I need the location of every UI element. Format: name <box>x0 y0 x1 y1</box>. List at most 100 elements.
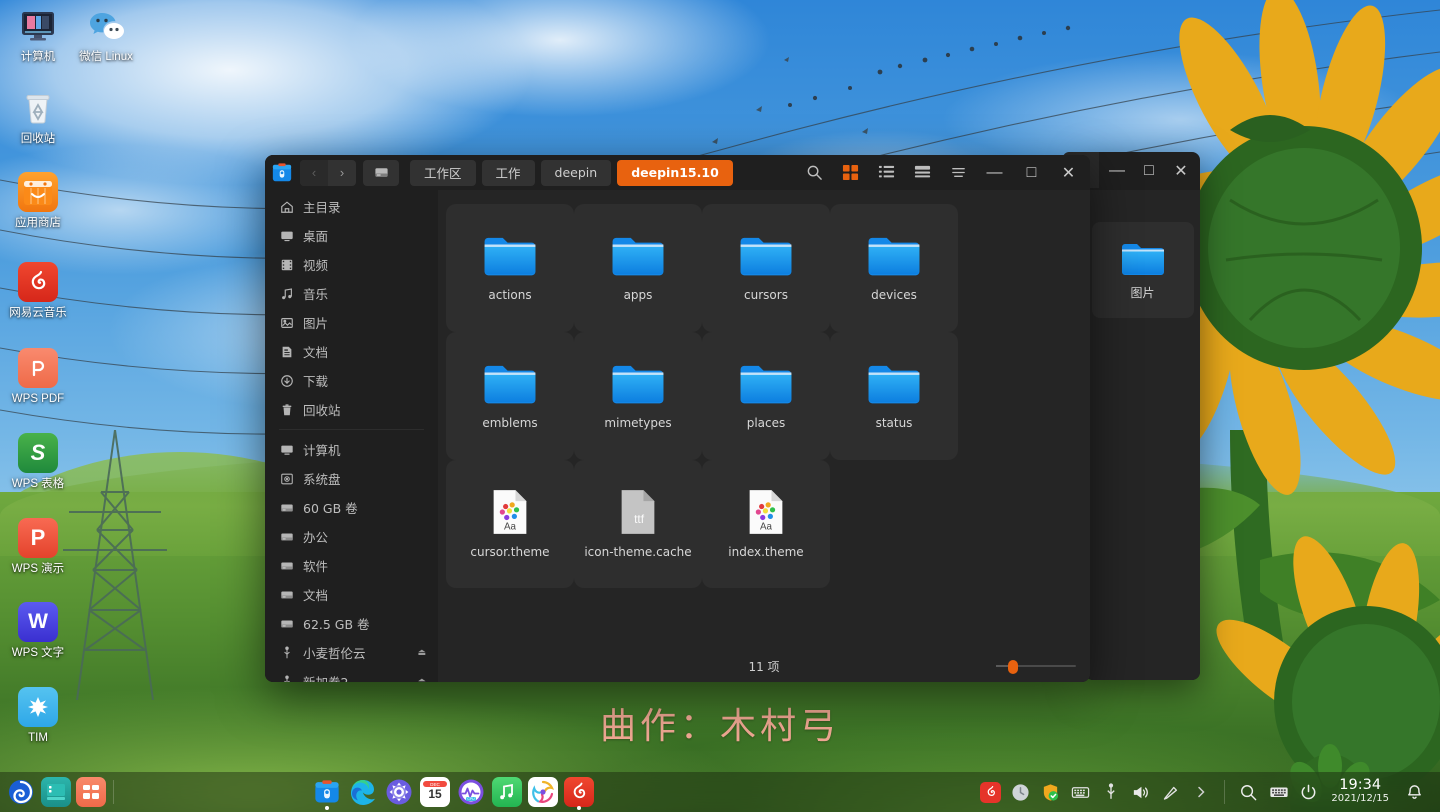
file-item-actions[interactable]: actions <box>446 204 574 332</box>
launcher-icon[interactable] <box>6 777 36 807</box>
breadcrumb-item-work[interactable]: 工作 <box>481 159 535 186</box>
close-button[interactable]: ✕ <box>1051 158 1086 188</box>
sidebar-item-downloads[interactable]: 下载 <box>265 366 438 395</box>
desktop-icon-wps-presentation[interactable]: P WPS 演示 <box>3 518 73 576</box>
file-item-mimetypes[interactable]: mimetypes <box>574 332 702 460</box>
desktop-icon-wps-pdf[interactable]: WPS PDF <box>3 348 73 406</box>
sidebar-item-usb-cloud[interactable]: 小麦哲伦云 ⏏ <box>265 638 438 667</box>
clock[interactable]: 19:34 2021/12/15 <box>1325 778 1398 805</box>
back-button[interactable]: ‹ <box>300 159 328 186</box>
sidebar-item-documents[interactable]: 文档 <box>265 337 438 366</box>
sidebar-item-volume-documents[interactable]: 文档 <box>265 580 438 609</box>
eject-button[interactable]: ⏏ <box>417 648 426 658</box>
menu-icon[interactable] <box>941 159 975 187</box>
file-item-pictures[interactable]: 图片 <box>1091 222 1194 318</box>
file-item-cursor-theme[interactable]: Aa cursor.theme <box>446 460 574 588</box>
desktop-icon-computer[interactable]: 计算机 <box>3 6 73 64</box>
close-button[interactable]: ✕ <box>1166 156 1196 186</box>
forward-button[interactable]: › <box>328 160 356 186</box>
sidebar-item-volume-office[interactable]: 办公 <box>265 522 438 551</box>
netease-tray-icon[interactable] <box>977 779 1004 806</box>
icon-size-slider[interactable] <box>996 660 1076 674</box>
file-item-emblems[interactable]: emblems <box>446 332 574 460</box>
sidebar-item-home[interactable]: 主目录 <box>265 192 438 221</box>
search-icon[interactable] <box>1235 779 1262 806</box>
sidebar-item-desktop[interactable]: 桌面 <box>265 221 438 250</box>
onboard-keyboard-icon[interactable] <box>1265 779 1292 806</box>
desktop-icon-tim[interactable]: TIM <box>3 687 73 745</box>
edge-browser-icon[interactable] <box>348 777 378 807</box>
file-content-area[interactable]: actions apps cursors devices emblems mim… <box>438 190 1090 682</box>
sidebar-item-volume-software[interactable]: 软件 <box>265 551 438 580</box>
desktop-icon-app-store[interactable]: 应用商店 <box>3 172 73 230</box>
breadcrumb-item-deepin[interactable]: deepin <box>540 159 612 186</box>
sidebar[interactable]: 主目录 桌面 视频 音乐 图片 文档 下载 回收站 计算机 系统盘 60 GB … <box>265 190 438 682</box>
settings-icon[interactable] <box>384 777 414 807</box>
eject-button[interactable]: ⏏ <box>417 677 426 683</box>
sidebar-item-system-disk[interactable]: 系统盘 <box>265 464 438 493</box>
breadcrumb-item-workspace[interactable]: 工作区 <box>410 159 476 186</box>
netease-music-icon[interactable] <box>564 777 595 810</box>
tray-expand-icon[interactable] <box>1187 779 1214 806</box>
desktop-icon-wps-spreadsheet[interactable]: S WPS 表格 <box>3 433 73 491</box>
folder-icon <box>868 237 920 276</box>
calendar-icon[interactable]: DEC 15 <box>420 777 451 807</box>
icon-view-icon[interactable] <box>833 159 867 187</box>
background-file-window[interactable]: — □ ✕ 图片 <box>1085 152 1200 680</box>
image-viewer-icon[interactable] <box>528 777 559 807</box>
desktop-icon-netease-music[interactable]: 网易云音乐 <box>3 262 73 320</box>
folder-icon <box>612 237 664 276</box>
desktop-icon-wechat[interactable]: 微信 Linux <box>71 6 141 64</box>
toolbar-actions: — □ ✕ <box>797 158 1086 188</box>
list-view-icon[interactable] <box>869 159 903 187</box>
file-manager-window[interactable]: ‹ › 工作区 工作 deepin deepin15.10 — □ ✕ 主目录 … <box>265 155 1090 682</box>
desktop-icon-trash[interactable]: 回收站 <box>3 88 73 146</box>
minimize-button[interactable]: — <box>977 158 1012 188</box>
brightness-icon[interactable] <box>1157 779 1184 806</box>
usb-tray-icon[interactable] <box>1097 779 1124 806</box>
sidebar-item-videos[interactable]: 视频 <box>265 250 438 279</box>
updater-tray-icon[interactable] <box>1007 779 1034 806</box>
sidebar-item-music[interactable]: 音乐 <box>265 279 438 308</box>
sidebar-item-volume-62gb[interactable]: 62.5 GB 卷 <box>265 609 438 638</box>
sidebar-item-label: 主目录 <box>303 200 341 215</box>
desktop-icon-label: WPS 演示 <box>11 563 65 575</box>
desktop-icon-label: 应用商店 <box>15 217 61 229</box>
file-item-cursors[interactable]: cursors <box>702 204 830 332</box>
system-monitor-icon[interactable]: CPU <box>456 777 486 807</box>
search-icon[interactable] <box>797 159 831 187</box>
volume-icon[interactable] <box>1127 779 1154 806</box>
file-manager-icon[interactable] <box>312 777 342 810</box>
maximize-button[interactable]: □ <box>1014 158 1049 188</box>
breadcrumb-item-deepin1510[interactable]: deepin15.10 <box>617 159 733 186</box>
file-item-places[interactable]: places <box>702 332 830 460</box>
system-disk-icon <box>279 471 294 486</box>
slider-knob[interactable] <box>1008 660 1018 674</box>
sidebar-item-volume-60gb[interactable]: 60 GB 卷 <box>265 493 438 522</box>
shield-tray-icon[interactable] <box>1037 779 1064 806</box>
sidebar-item-pictures[interactable]: 图片 <box>265 308 438 337</box>
minimize-button[interactable]: — <box>1102 156 1132 186</box>
power-icon[interactable] <box>1295 779 1322 806</box>
maximize-button[interactable]: □ <box>1134 156 1164 186</box>
notification-bell-icon[interactable] <box>1401 779 1428 806</box>
sidebar-item-trash[interactable]: 回收站 <box>265 395 438 424</box>
file-item-apps[interactable]: apps <box>574 204 702 332</box>
disk-button[interactable] <box>363 159 399 186</box>
multitask-icon[interactable] <box>76 777 106 807</box>
sidebar-item-computer[interactable]: 计算机 <box>265 435 438 464</box>
detail-view-icon[interactable] <box>905 159 939 187</box>
show-desktop-icon[interactable] <box>41 777 71 807</box>
file-item-status[interactable]: status <box>830 332 958 460</box>
file-item-index-theme[interactable]: Aa index.theme <box>702 460 830 588</box>
sidebar-item-usb-newvolume2[interactable]: 新加卷2 ⏏ <box>265 667 438 682</box>
document-icon <box>279 344 294 359</box>
music-player-icon[interactable] <box>492 777 523 807</box>
sidebar-item-label: 桌面 <box>303 229 329 244</box>
file-item-devices[interactable]: devices <box>830 204 958 332</box>
desktop-icon-wps-writer[interactable]: W WPS 文字 <box>3 602 73 660</box>
taskbar[interactable]: DEC 15 CPU 19:34 2021/12/15 <box>0 772 1440 812</box>
folder-icon <box>484 365 536 404</box>
file-item-icon-theme-cache[interactable]: ttf icon-theme.cache <box>574 460 702 588</box>
keyboard-layout-icon[interactable] <box>1067 779 1094 806</box>
